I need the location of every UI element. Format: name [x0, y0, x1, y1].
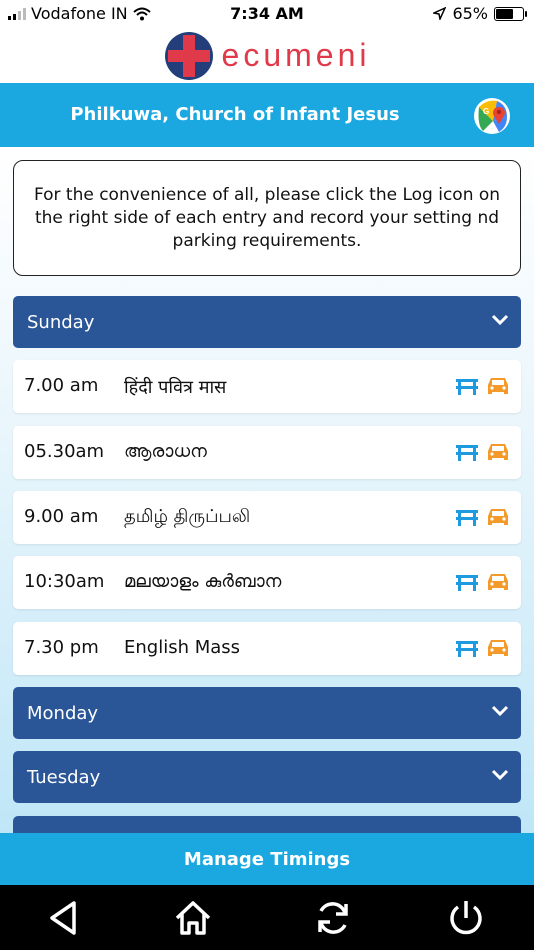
- home-icon[interactable]: [173, 898, 213, 938]
- day-bar-next[interactable]: [13, 816, 521, 833]
- entry-time: 9.00 am: [24, 506, 99, 527]
- entry-time: 7.30 pm: [24, 637, 99, 658]
- bench-icon[interactable]: [455, 638, 479, 658]
- notice-box: For the convenience of all, please click…: [13, 160, 521, 276]
- car-icon[interactable]: [486, 441, 510, 463]
- schedule-entry: 9.00 am தமிழ் திருப்பலி: [13, 491, 521, 544]
- day-label: Sunday: [27, 311, 95, 333]
- chevron-down-icon: [491, 314, 509, 326]
- logo-bar: ecumeni: [0, 28, 534, 83]
- location-arrow-icon: [433, 7, 447, 20]
- back-icon[interactable]: [44, 898, 84, 938]
- day-label: Tuesday: [27, 766, 101, 788]
- chevron-down-icon: [491, 769, 509, 781]
- day-bar-monday[interactable]: Monday: [13, 687, 521, 739]
- car-icon[interactable]: [486, 637, 510, 659]
- power-icon[interactable]: [446, 898, 486, 938]
- battery-icon: [494, 6, 527, 21]
- entry-name: ആരാധന: [124, 441, 207, 462]
- bench-icon[interactable]: [455, 507, 479, 527]
- schedule-entry: 05.30am ആരാധന: [13, 426, 521, 479]
- refresh-icon[interactable]: [313, 898, 353, 938]
- bottom-nav-bar: [0, 885, 534, 950]
- car-icon[interactable]: [486, 506, 510, 528]
- chevron-down-icon: [491, 705, 509, 717]
- google-maps-icon[interactable]: G: [473, 97, 511, 135]
- day-label: Monday: [27, 702, 99, 724]
- battery-percent: 65%: [452, 4, 488, 23]
- entry-name: தமிழ் திருப்பலி: [124, 506, 251, 527]
- day-bar-sunday[interactable]: Sunday: [13, 296, 521, 348]
- logo-text: ecumeni: [221, 37, 371, 73]
- entry-time: 10:30am: [24, 571, 105, 592]
- bench-icon[interactable]: [455, 572, 479, 592]
- status-bar: Vodafone IN 7:34 AM 65%: [0, 0, 534, 28]
- entry-name: മലയാളം കുർബാന: [124, 571, 282, 592]
- header: Philkuwa, Church of Infant Jesus G: [0, 83, 534, 147]
- page-title: Philkuwa, Church of Infant Jesus: [70, 104, 400, 125]
- manage-timings-button[interactable]: Manage Timings: [0, 833, 534, 885]
- car-icon[interactable]: [486, 571, 510, 593]
- entry-time: 7.00 am: [24, 375, 99, 396]
- schedule-content[interactable]: For the convenience of all, please click…: [0, 147, 534, 833]
- svg-text:G: G: [483, 107, 489, 116]
- bench-icon[interactable]: [455, 376, 479, 396]
- entry-name: English Mass: [124, 637, 241, 658]
- entry-name: हिंदी पवित्र मास: [124, 377, 227, 398]
- status-right: 65%: [433, 4, 527, 23]
- schedule-entry: 10:30am മലയാളം കുർബാന: [13, 556, 521, 609]
- bench-icon[interactable]: [455, 442, 479, 462]
- day-bar-tuesday[interactable]: Tuesday: [13, 751, 521, 803]
- ecumeni-logo-icon: [164, 31, 213, 80]
- schedule-entry: 7.30 pm English Mass: [13, 622, 521, 675]
- car-icon[interactable]: [486, 375, 510, 397]
- entry-time: 05.30am: [24, 441, 105, 462]
- schedule-entry: 7.00 am हिंदी पवित्र मास: [13, 360, 521, 413]
